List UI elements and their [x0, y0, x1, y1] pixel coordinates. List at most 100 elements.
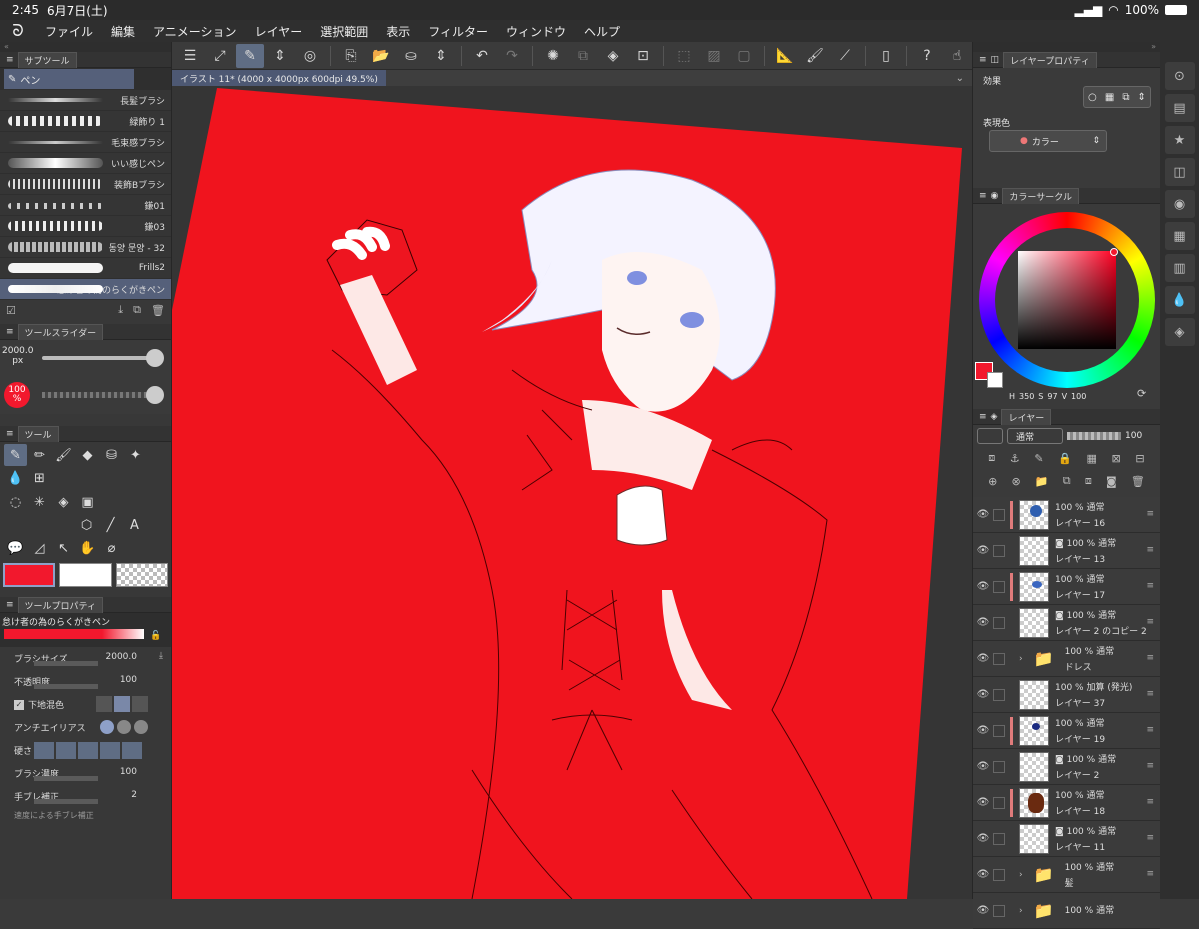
download-icon[interactable]: ⤓	[118, 303, 123, 317]
layer-select-checkbox[interactable]	[993, 868, 1005, 881]
chevron-right-icon[interactable]: ›	[1019, 870, 1023, 880]
new-file-icon[interactable]: ⎘	[337, 44, 365, 68]
opacity-slider[interactable]	[42, 392, 154, 398]
lock-icon[interactable]: 🔒	[1058, 452, 1072, 465]
tab-layer-property[interactable]: レイヤープロパティ	[1003, 51, 1097, 68]
selection-border-icon[interactable]: ▢	[730, 44, 758, 68]
antialias-row[interactable]: アンチエイリアス	[0, 716, 171, 739]
size-slider-handle[interactable]	[146, 349, 164, 367]
transfer-down-icon[interactable]: ⧉	[1063, 474, 1071, 488]
layer-select-checkbox[interactable]	[993, 544, 1005, 557]
brush-item[interactable]: 鎌03	[0, 216, 171, 237]
navigator-icon[interactable]: ⊙	[1164, 62, 1195, 90]
antialias-option[interactable]	[100, 720, 114, 734]
hardness-option[interactable]	[100, 742, 120, 759]
layer-row[interactable]: 👁 100 % 通常 レイヤー 18 ≡	[973, 785, 1160, 821]
eye-icon[interactable]: 👁	[973, 545, 993, 556]
hardness-option[interactable]	[34, 742, 54, 759]
layer-row[interactable]: 👁 100 % 通常 レイヤー 19 ≡	[973, 713, 1160, 749]
layer-row[interactable]: 👁 ◙ 100 % 通常 レイヤー 13 ≡	[973, 533, 1160, 569]
effect-buttons[interactable]: ○ ▦ ⧉ ⇕	[1083, 86, 1151, 108]
drag-handle-icon[interactable]: ≡	[1146, 509, 1154, 519]
opacity-slider-handle[interactable]	[146, 386, 164, 404]
layer-property-panel-icon[interactable]: ◫	[1164, 158, 1195, 186]
reference-icon[interactable]: ⚓	[1010, 452, 1020, 465]
layer-select-checkbox[interactable]	[993, 688, 1005, 701]
touch-gesture-icon[interactable]: ☝	[943, 44, 971, 68]
layer-select-checkbox[interactable]	[993, 724, 1005, 737]
tab-tool-slider[interactable]: ツールスライダー	[17, 323, 104, 340]
line-tool-icon[interactable]: ╱	[99, 514, 122, 536]
color-circle-panel-icon[interactable]: ◉	[1164, 190, 1195, 218]
crop-icon[interactable]: ⊡	[629, 44, 657, 68]
frame-tool-icon[interactable]: ◿	[28, 537, 51, 559]
pen-tool-icon[interactable]: ✎	[4, 444, 27, 466]
favorites-icon[interactable]: ★	[1164, 126, 1195, 154]
figure-tool-icon[interactable]: ⬡	[75, 514, 98, 536]
layer-select-checkbox[interactable]	[993, 832, 1005, 845]
brush-shape-icon[interactable]: 🖌	[801, 44, 829, 68]
drag-handle-icon[interactable]: ≡	[1146, 581, 1154, 591]
layer-select-checkbox[interactable]	[993, 616, 1005, 629]
eye-icon[interactable]: 👁	[973, 725, 993, 736]
menu-edit[interactable]: 編集	[102, 23, 144, 40]
clip-icon[interactable]: ⧈	[988, 451, 995, 465]
drag-handle-icon[interactable]: ≡	[1146, 725, 1154, 735]
menu-layer[interactable]: レイヤー	[246, 23, 312, 40]
fill-icon[interactable]: ◈	[599, 44, 627, 68]
layers-panel-icon[interactable]: ◈	[1164, 318, 1195, 346]
menu-window[interactable]: ウィンドウ	[497, 23, 575, 40]
drag-handle-icon[interactable]: ≡	[1146, 617, 1154, 627]
new-raster-layer-icon[interactable]: ⊕	[988, 475, 997, 488]
menu-help[interactable]: ヘルプ	[575, 23, 629, 40]
density-bar[interactable]	[34, 776, 98, 781]
decoration-tool-icon[interactable]: ✦	[124, 444, 147, 466]
symmetry-icon[interactable]: ⟋	[831, 44, 859, 68]
antialias-option[interactable]	[134, 720, 148, 734]
brush-item[interactable]: いい感じペン	[0, 153, 171, 174]
grip-icon[interactable]: ≡	[979, 191, 987, 201]
menu-selection[interactable]: 選択範囲	[311, 23, 377, 40]
drag-handle-icon[interactable]: ≡	[1146, 545, 1154, 555]
hardness-option[interactable]	[122, 742, 142, 759]
lock-draft-icon[interactable]: ✎	[1034, 452, 1043, 465]
drag-handle-icon[interactable]: ≡	[1146, 869, 1154, 879]
mask-visible-icon[interactable]: ⊟	[1135, 452, 1144, 465]
drag-handle-icon[interactable]: ≡	[1146, 797, 1154, 807]
fill-tool-icon[interactable]: ◈	[52, 491, 75, 513]
undo-icon[interactable]: ↶	[468, 44, 496, 68]
layer-row[interactable]: 👁 ◙ 100 % 通常 レイヤー 2 ≡	[973, 749, 1160, 785]
eye-icon[interactable]: 👁	[973, 797, 993, 808]
blend-mode-option[interactable]	[96, 696, 112, 712]
grip-icon[interactable]: ≡	[6, 429, 14, 439]
menu-icon[interactable]: ☰	[176, 44, 204, 68]
brush-item[interactable]: 毛束感ブラシ	[0, 132, 171, 153]
balloon-tool-icon[interactable]: 💬	[4, 537, 27, 559]
new-folder-icon[interactable]: 📁	[1035, 475, 1049, 488]
help-icon[interactable]: ?	[913, 44, 941, 68]
layer-row[interactable]: 👁 ◙ 100 % 通常 レイヤー 11 ≡	[973, 821, 1160, 857]
eye-icon[interactable]: 👁	[973, 581, 993, 592]
eye-icon[interactable]: 👁	[973, 761, 993, 772]
trash-icon[interactable]: 🗑	[151, 304, 165, 317]
color-mode-select[interactable]: ● カラー ⇕	[989, 130, 1107, 152]
tab-subtool[interactable]: サブツール	[17, 51, 77, 68]
hardness-option[interactable]	[56, 742, 76, 759]
eyedropper-tool-icon[interactable]: ⌀	[100, 537, 123, 559]
hardness-row[interactable]: 硬さ	[0, 739, 171, 762]
layer-row[interactable]: 👁 ◙ 100 % 通常 レイヤー 2 のコピー 2 ≡	[973, 605, 1160, 641]
brush-edit-icon[interactable]: ✎	[236, 43, 264, 68]
operation-tool-icon[interactable]: ↖	[52, 537, 75, 559]
copy-layer-icon[interactable]: ⧉	[569, 44, 597, 68]
tab-color-circle[interactable]: カラーサークル	[1002, 187, 1079, 204]
brush-item-selected[interactable]: 怠け者の為のらくがきペン	[0, 279, 171, 300]
redo-icon[interactable]: ↷	[498, 44, 526, 68]
drag-handle-icon[interactable]: ≡	[1146, 833, 1154, 843]
canvas-artwork[interactable]	[172, 70, 972, 899]
brush-item[interactable]: 동양 문양 - 32	[0, 237, 171, 258]
eye-icon[interactable]: 👁	[973, 617, 993, 628]
intermediate-color-icon[interactable]: ▥	[1164, 254, 1195, 282]
fullscreen-icon[interactable]: ⤢	[206, 44, 234, 68]
brush-size-row[interactable]: ブラシサイズ 2000.0 ⤓	[0, 647, 171, 670]
brush-item[interactable]: 長髪ブラシ	[0, 90, 171, 111]
